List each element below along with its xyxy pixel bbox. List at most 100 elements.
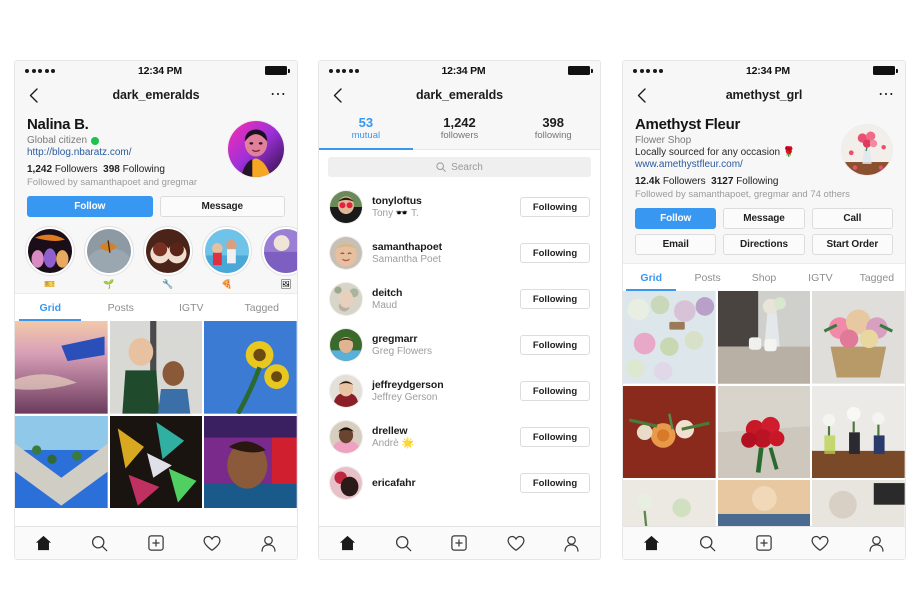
tab-tagged[interactable]: Tagged (227, 294, 298, 321)
avatar[interactable] (329, 374, 363, 408)
follow-button[interactable]: Follow (27, 196, 153, 217)
profile-icon[interactable] (865, 532, 889, 554)
grid-photo[interactable] (204, 415, 297, 509)
grid-photo[interactable] (15, 321, 108, 414)
search-placeholder: Search (451, 161, 483, 173)
tab-tagged[interactable]: Tagged (849, 264, 905, 291)
highlight-item[interactable]: 🔧 (143, 226, 193, 289)
profile-icon[interactable] (560, 532, 584, 554)
tab-mutual[interactable]: 53 mutual (319, 110, 413, 150)
email-button[interactable]: Email (635, 234, 717, 255)
add-post-icon[interactable] (447, 532, 471, 554)
bottom-navigation (623, 526, 905, 559)
following-button[interactable]: Following (520, 473, 590, 493)
search-icon[interactable] (88, 532, 112, 554)
list-item[interactable]: tonyloftus Tony 🕶️ T. Following (319, 184, 600, 230)
more-options-icon[interactable]: ⋯ (270, 87, 287, 103)
grid-photo[interactable] (15, 415, 108, 509)
directions-button[interactable]: Directions (723, 234, 805, 255)
highlight-item[interactable]: 🖼 (261, 226, 297, 289)
tab-posts[interactable]: Posts (679, 264, 735, 291)
following-button[interactable]: Following (520, 197, 590, 217)
tab-posts[interactable]: Posts (86, 294, 157, 321)
following-button[interactable]: Following (520, 243, 590, 263)
phone-mockup-followers: 12:34 PM dark_emeralds 53 mutual 1,242 f… (318, 60, 601, 560)
search-container: Search (319, 150, 600, 184)
list-item[interactable]: jeffreydgerson Jeffrey Gerson Following (319, 368, 600, 414)
fullname: Andrè 🌟 (372, 438, 414, 449)
message-button[interactable]: Message (159, 196, 285, 217)
profile-icon[interactable] (257, 532, 281, 554)
following-button[interactable]: Following (520, 335, 590, 355)
profile-content-tabs: Grid Posts Shop IGTV Tagged (623, 263, 905, 291)
grid-photo[interactable] (109, 415, 203, 509)
home-icon[interactable] (335, 532, 359, 554)
follow-button[interactable]: Follow (635, 208, 717, 229)
chevron-left-icon[interactable] (25, 87, 41, 103)
tab-igtv[interactable]: IGTV (792, 264, 848, 291)
grid-photo[interactable] (109, 321, 203, 414)
grid-photo[interactable] (812, 385, 905, 479)
tab-following[interactable]: 398 following (506, 110, 600, 149)
avatar[interactable] (329, 328, 363, 362)
user-info: drellew Andrè 🌟 (372, 425, 511, 449)
following-button[interactable]: Following (520, 427, 590, 447)
home-icon[interactable] (639, 532, 663, 554)
following-count: 398 (103, 164, 120, 175)
chevron-left-icon[interactable] (329, 87, 345, 103)
username: gregmarr (372, 333, 418, 345)
avatar[interactable] (329, 420, 363, 454)
fullname: Tony 🕶️ T. (372, 208, 419, 219)
list-item[interactable]: drellew Andrè 🌟 Following (319, 414, 600, 460)
avatar[interactable] (227, 120, 285, 178)
search-icon[interactable] (391, 532, 415, 554)
grid-photo[interactable] (717, 385, 811, 479)
profile-counts: 12.4k Followers 3127 Following (635, 176, 893, 187)
activity-heart-icon[interactable] (808, 532, 832, 554)
call-button[interactable]: Call (811, 208, 893, 229)
start-order-button[interactable]: Start Order (811, 234, 893, 255)
tab-shop[interactable]: Shop (736, 264, 792, 291)
highlight-item[interactable]: 🌱 (84, 226, 134, 289)
nav-bar: dark_emeralds ⋯ (15, 80, 297, 110)
tab-followers[interactable]: 1,242 followers (413, 110, 507, 149)
search-input[interactable]: Search (328, 157, 591, 177)
list-item[interactable]: samanthapoet Samantha Poet Following (319, 230, 600, 276)
tab-grid[interactable]: Grid (623, 264, 679, 291)
following-button[interactable]: Following (520, 381, 590, 401)
avatar[interactable] (329, 236, 363, 270)
more-options-icon[interactable]: ⋯ (878, 87, 895, 103)
grid-photo[interactable] (623, 291, 716, 384)
highlight-ring (25, 226, 75, 276)
highlight-item[interactable]: 🍕 (202, 226, 252, 289)
highlight-thumbnail (146, 229, 190, 273)
grid-photo[interactable] (812, 291, 905, 384)
grid-photo[interactable] (623, 385, 716, 479)
message-button[interactable]: Message (723, 208, 805, 229)
grid-photo[interactable] (204, 321, 297, 414)
highlight-item[interactable]: 🎫 (25, 226, 75, 289)
mutual-count: 53 (358, 115, 374, 130)
following-button[interactable]: Following (520, 289, 590, 309)
avatar[interactable] (329, 282, 363, 316)
search-icon[interactable] (696, 532, 720, 554)
add-post-icon[interactable] (144, 532, 168, 554)
activity-heart-icon[interactable] (504, 532, 528, 554)
grid-photo[interactable] (717, 291, 811, 384)
online-dot-icon (91, 136, 100, 145)
home-icon[interactable] (31, 532, 55, 554)
activity-heart-icon[interactable] (200, 532, 224, 554)
list-item[interactable]: deitch Maud Following (319, 276, 600, 322)
followers-label: Followers (54, 164, 98, 175)
list-item[interactable]: gregmarr Greg Flowers Following (319, 322, 600, 368)
avatar[interactable] (841, 124, 893, 176)
chevron-left-icon[interactable] (633, 87, 649, 103)
highlight-ring (143, 226, 193, 276)
list-item[interactable]: ericafahr Following (319, 460, 600, 500)
tab-grid[interactable]: Grid (15, 294, 86, 321)
avatar[interactable] (329, 466, 363, 500)
avatar[interactable] (329, 190, 363, 224)
tab-igtv[interactable]: IGTV (156, 294, 227, 321)
add-post-icon[interactable] (752, 532, 776, 554)
search-icon (436, 162, 446, 172)
